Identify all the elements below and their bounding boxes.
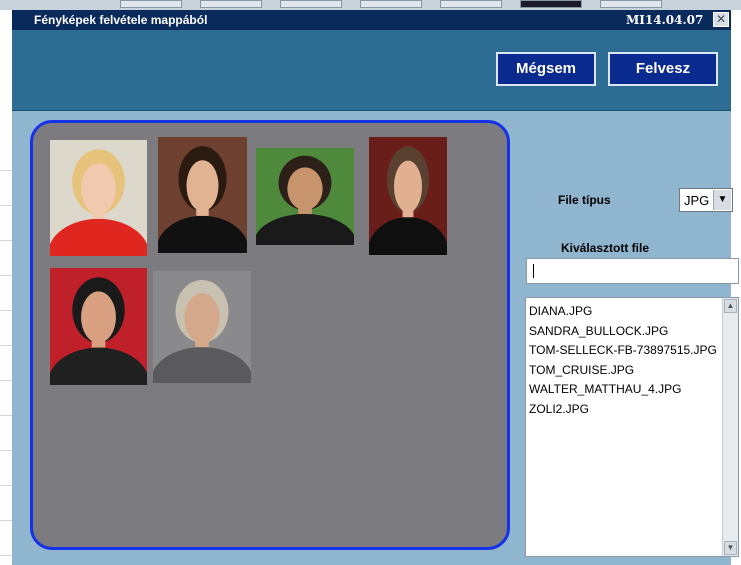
portrait-man-mustache-outdoors xyxy=(256,148,354,245)
file-list-item[interactable]: TOM_CRUISE.JPG xyxy=(529,361,719,381)
photo-thumbnail[interactable] xyxy=(153,271,251,383)
photo-thumbnail[interactable] xyxy=(256,148,354,245)
file-list-item[interactable]: SANDRA_BULLOCK.JPG xyxy=(529,322,719,342)
version-label: MI14.04.07 xyxy=(626,13,704,27)
scroll-down-icon[interactable]: ▼ xyxy=(724,541,737,555)
photo-thumbnail[interactable] xyxy=(369,137,447,255)
file-type-label: File típus xyxy=(558,193,611,207)
portrait-woman-long-dark-hair xyxy=(158,137,247,253)
background-tab xyxy=(120,0,182,8)
file-list-item[interactable]: DIANA.JPG xyxy=(529,302,719,322)
add-button[interactable]: Felvesz xyxy=(608,52,718,86)
file-list-item[interactable]: ZOLI2.JPG xyxy=(529,400,719,420)
background-tab xyxy=(600,0,662,8)
background-tab xyxy=(280,0,342,8)
file-list-scrollbar[interactable]: ▲ ▼ xyxy=(722,298,738,556)
portrait-woman-short-blonde-hair xyxy=(50,140,147,256)
selected-file-input[interactable] xyxy=(526,258,739,284)
background-app-strip xyxy=(0,0,741,10)
background-tab xyxy=(520,0,582,8)
file-list-items: DIANA.JPG SANDRA_BULLOCK.JPG TOM-SELLECK-F… xyxy=(526,298,719,420)
photo-thumbnail[interactable] xyxy=(50,268,147,385)
title-bar: Fényképek felvétele mappából MI14.04.07 … xyxy=(12,10,731,30)
text-caret xyxy=(533,264,534,278)
file-list[interactable]: DIANA.JPG SANDRA_BULLOCK.JPG TOM-SELLECK-F… xyxy=(525,297,739,557)
background-tab xyxy=(440,0,502,8)
background-tab xyxy=(360,0,422,8)
portrait-older-man-glasses xyxy=(153,271,251,383)
photo-thumbnail[interactable] xyxy=(158,137,247,253)
cancel-button[interactable]: Mégsem xyxy=(496,52,596,86)
file-list-item[interactable]: WALTER_MATTHAU_4.JPG xyxy=(529,380,719,400)
file-type-select[interactable]: JPG ▼ xyxy=(679,188,733,212)
close-button[interactable]: ✕ xyxy=(713,12,729,27)
chevron-down-icon[interactable]: ▼ xyxy=(713,190,731,210)
window-title: Fényképek felvétele mappából xyxy=(34,13,208,27)
photo-gallery xyxy=(30,120,510,550)
portrait-man-tuxedo xyxy=(369,137,447,255)
portrait-man-red-background xyxy=(50,268,147,385)
toolbar: Mégsem Felvesz xyxy=(12,30,731,111)
selected-file-label: Kiválasztott file xyxy=(561,241,650,255)
file-list-item[interactable]: TOM-SELLECK-FB-73897515.JPG xyxy=(529,341,719,361)
photo-import-dialog: Fényképek felvétele mappából MI14.04.07 … xyxy=(12,10,739,565)
file-type-value: JPG xyxy=(684,193,710,208)
scroll-up-icon[interactable]: ▲ xyxy=(724,299,737,313)
photo-thumbnail[interactable] xyxy=(50,140,147,256)
background-tab xyxy=(200,0,262,8)
